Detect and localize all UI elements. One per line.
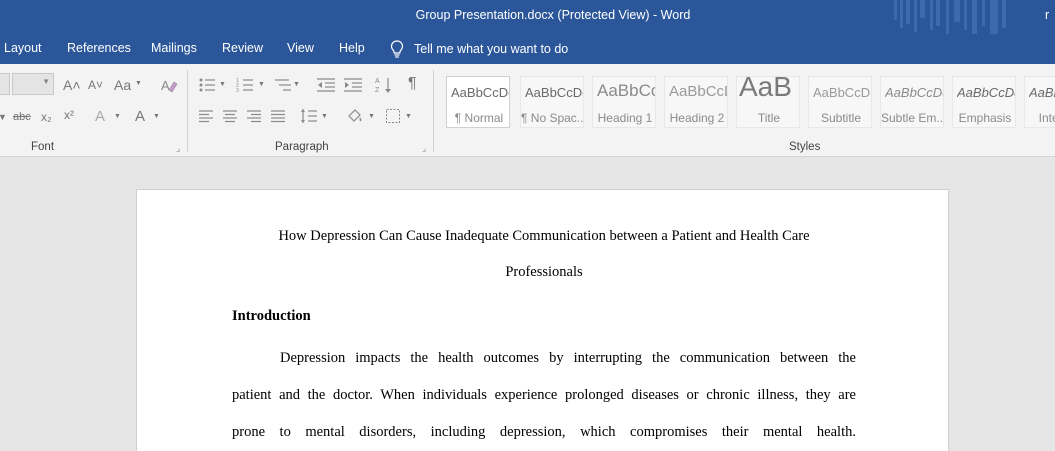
shrink-font-button[interactable]: A˅ (88, 78, 103, 92)
chevron-down-icon: ▼ (321, 113, 328, 120)
text-effects-button[interactable]: A (95, 108, 105, 125)
style-intense-emphasis[interactable]: AaBbCcDd Inten... (1024, 76, 1055, 128)
paragraph-line: patient and the doctor. When individuals… (232, 387, 856, 403)
style-title[interactable]: AaB Title (736, 76, 800, 128)
style-name: Heading 1 (597, 111, 653, 125)
shading-icon[interactable] (346, 107, 364, 125)
style-name: Title (757, 111, 781, 125)
lightbulb-icon (390, 40, 404, 58)
document-title-line-1: How Depression Can Cause Inadequate Comm… (278, 228, 810, 244)
tab-layout[interactable]: Layout (4, 41, 42, 55)
style-sample: AaBbCcDd (885, 85, 944, 100)
superscript-button[interactable]: x² (64, 108, 74, 122)
user-account[interactable]: r (1045, 8, 1055, 22)
document-page[interactable]: How Depression Can Cause Inadequate Comm… (136, 189, 949, 451)
style-subtle-emphasis[interactable]: AaBbCcDd Subtle Em... (880, 76, 944, 128)
numbering-icon[interactable]: 123 (236, 77, 254, 93)
chevron-down-icon: ▼ (0, 112, 7, 122)
style-name: Emphasis (958, 111, 1012, 125)
document-body: How Depression Can Cause Inadequate Comm… (232, 218, 856, 451)
style-name: ¶ Normal (454, 111, 504, 125)
style-name: Inten... (1038, 111, 1055, 125)
tab-references[interactable]: References (67, 41, 131, 55)
chevron-down-icon: ▼ (219, 81, 226, 88)
borders-icon[interactable] (385, 108, 401, 124)
style-sample: AaBbCcDc (525, 85, 584, 100)
tab-mailings[interactable]: Mailings (151, 41, 197, 55)
tell-me-search[interactable]: Tell me what you want to do (390, 40, 568, 58)
bullets-icon[interactable] (198, 77, 216, 93)
paragraph-line: Depression impacts the health outcomes b… (280, 350, 856, 366)
svg-text:A: A (375, 78, 380, 85)
chevron-down-icon: ▼ (368, 113, 375, 120)
title-bar: Group Presentation.docx (Protected View)… (0, 0, 1055, 34)
style-sample: AaBbCcDd (1029, 85, 1055, 100)
style-sample: AaBbCcDc (451, 85, 510, 100)
section-heading: Introduction (232, 308, 311, 324)
tab-review[interactable]: Review (222, 41, 263, 55)
change-case-button[interactable]: Aa (114, 77, 131, 93)
multilevel-list-icon[interactable] (274, 77, 292, 93)
font-color-button[interactable]: A (135, 108, 145, 125)
font-size-box[interactable]: ▼ (12, 73, 54, 95)
style-sample: AaBbCcD (813, 85, 871, 100)
style-sample: AaB (739, 76, 792, 102)
line-spacing-icon[interactable] (300, 108, 318, 124)
font-group-label: Font (31, 141, 55, 153)
tab-view[interactable]: View (287, 41, 314, 55)
svg-text:A: A (161, 78, 170, 93)
style-normal[interactable]: AaBbCcDc ¶ Normal (446, 76, 510, 128)
tell-me-label: Tell me what you want to do (414, 42, 569, 56)
style-heading-2[interactable]: AaBbCcD Heading 2 (664, 76, 728, 128)
style-heading-1[interactable]: AaBbCc Heading 1 (592, 76, 656, 128)
increase-indent-icon[interactable] (343, 77, 363, 93)
chevron-down-icon: ▼ (293, 81, 300, 88)
style-no-spacing[interactable]: AaBbCcDc ¶ No Spac... (520, 76, 584, 128)
document-canvas[interactable]: How Depression Can Cause Inadequate Comm… (0, 157, 1055, 451)
style-name: Subtitle (820, 111, 862, 125)
align-center-icon[interactable] (222, 109, 238, 123)
ribbon: ▼ A˄ A˅ Aa ▼ A ▼ abc x₂ x² A ▼ A ▼ Font … (0, 64, 1055, 157)
group-divider (187, 70, 188, 152)
ribbon-tabs: Layout References Mailings Review View H… (0, 34, 1055, 64)
style-sample: AaBbCc (597, 81, 656, 100)
sort-icon[interactable]: AZ (375, 76, 393, 94)
strikethrough-button[interactable]: abc (13, 111, 31, 123)
paragraph-dialog-launcher-icon[interactable]: ⌟ (422, 143, 426, 154)
styles-gallery: AaBbCcDc ¶ Normal AaBbCcDc ¶ No Spac... … (446, 70, 1055, 134)
style-sample: AaBbCcD (669, 83, 727, 100)
style-sample: AaBbCcDd (957, 85, 1016, 100)
style-name: Heading 2 (669, 111, 725, 125)
chevron-down-icon: ▼ (135, 80, 142, 87)
chevron-down-icon: ▼ (258, 81, 265, 88)
svg-text:Z: Z (375, 87, 380, 94)
style-name: ¶ No Spac... (521, 111, 584, 125)
style-subtitle[interactable]: AaBbCcD Subtitle (808, 76, 872, 128)
chevron-down-icon: ▼ (405, 113, 412, 120)
document-title-line-2: Professionals (505, 264, 583, 280)
subscript-button[interactable]: x₂ (41, 110, 52, 124)
paragraph-line: prone to mental disorders, including dep… (232, 424, 856, 440)
chevron-down-icon: ▼ (42, 77, 50, 86)
style-name: Subtle Em... (881, 111, 944, 125)
decrease-indent-icon[interactable] (316, 77, 336, 93)
title-bar-decoration (894, 0, 1006, 34)
chevron-down-icon: ▼ (114, 113, 121, 120)
group-divider (433, 70, 434, 152)
style-emphasis[interactable]: AaBbCcDd Emphasis (952, 76, 1016, 128)
font-name-box[interactable] (0, 73, 10, 95)
svg-text:3: 3 (236, 88, 239, 93)
justify-icon[interactable] (270, 109, 286, 123)
font-dialog-launcher-icon[interactable]: ⌟ (176, 143, 180, 154)
clear-formatting-icon[interactable]: A (160, 78, 178, 94)
show-formatting-marks-icon[interactable]: ¶ (408, 75, 417, 93)
styles-group-label: Styles (789, 141, 821, 153)
grow-font-button[interactable]: A˄ (63, 77, 81, 93)
align-right-icon[interactable] (246, 109, 262, 123)
align-left-icon[interactable] (198, 109, 214, 123)
paragraph-group-label: Paragraph (275, 141, 329, 153)
tab-help[interactable]: Help (339, 41, 365, 55)
chevron-down-icon: ▼ (153, 113, 160, 120)
